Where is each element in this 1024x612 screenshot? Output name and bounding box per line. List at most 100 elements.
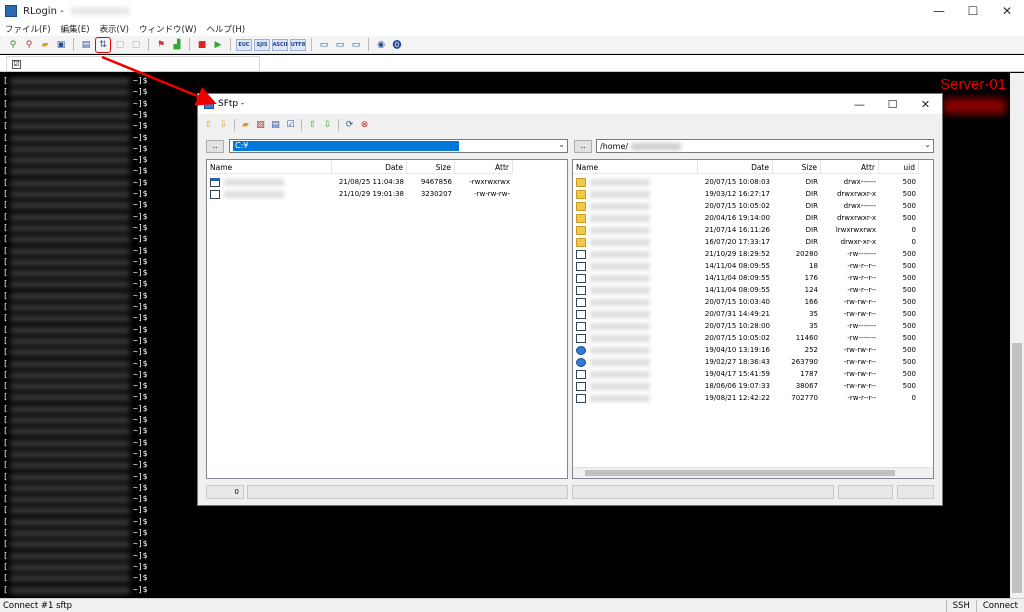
menu-window[interactable]: ウィンドウ(W) [134, 23, 202, 35]
local-file-list[interactable]: Name Date Size Attr 21/08/25 11:04:38946… [206, 159, 568, 479]
encoding-ascii-button[interactable]: ASCII [272, 39, 288, 51]
sftp-minimize-button[interactable]: — [843, 94, 876, 114]
file-row[interactable]: 18/06/06 19:07:3338067-rw-rw-r--500 [573, 380, 919, 392]
file-row[interactable]: 19/08/21 12:42:22702770-rw-r--r--0 [573, 392, 919, 404]
file-row[interactable]: 16/07/20 17:33:17DIRdrwxr-xr-x0 [573, 236, 919, 248]
file-name-cell [573, 344, 698, 356]
file-row[interactable]: 20/07/15 10:05:02DIRdrwx------500 [573, 200, 919, 212]
file-row[interactable]: 21/08/25 11:04:389467856-rwxrwxrwx [207, 176, 513, 188]
open-folder-icon[interactable]: ▰ [38, 38, 52, 52]
col-size[interactable]: Size [773, 160, 821, 174]
col-name[interactable]: Name [573, 160, 698, 174]
file-row[interactable]: 14/11/04 08:09:5518-rw-r--r--500 [573, 260, 919, 272]
file-row[interactable]: 19/02/27 18:36:43263790-rw-rw-r--500 [573, 356, 919, 368]
file-name-redacted [224, 191, 284, 198]
col-attr[interactable]: Attr [455, 160, 513, 174]
menu-file[interactable]: ファイル(F) [0, 23, 56, 35]
file-row[interactable]: 21/07/14 16:11:26DIRlrwxrwxrwx0 [573, 224, 919, 236]
terminal-redacted [10, 304, 130, 311]
local-up-button[interactable]: .. [206, 140, 224, 153]
file-row[interactable]: 20/07/31 14:49:2135-rw-rw-r--500 [573, 308, 919, 320]
terminal-redacted [10, 519, 130, 526]
remote-file-list[interactable]: Name Date Size Attr uid 20/07/15 10:08:0… [572, 159, 934, 479]
col-size[interactable]: Size [407, 160, 455, 174]
encoding-utf8-button[interactable]: UTF8 [290, 39, 306, 51]
chevron-down-icon[interactable]: ⌄ [924, 140, 931, 149]
file-row[interactable]: 20/07/15 10:08:03DIRdrwx------500 [573, 176, 919, 188]
upload-icon[interactable]: ⇧ [202, 119, 215, 132]
encoding-sjis-button[interactable]: SJIS [254, 39, 270, 51]
screen-icon[interactable]: ▭ [317, 38, 331, 52]
file-row[interactable]: 21/10/29 19:01:383230207-rw-rw-rw- [207, 188, 513, 200]
play-icon[interactable]: ▶ [211, 38, 225, 52]
stop-icon[interactable]: ■ [195, 38, 209, 52]
remote-up-button[interactable]: .. [574, 140, 592, 153]
sftp-close-button[interactable]: ✕ [909, 94, 942, 114]
file-row[interactable]: 14/11/04 08:09:55176-rw-r--r--500 [573, 272, 919, 284]
encoding-euc-button[interactable]: EUC [236, 39, 252, 51]
connect-icon[interactable]: ⚲ [6, 38, 20, 52]
file-row[interactable]: 19/04/17 15:41:591787-rw-rw-r--500 [573, 368, 919, 380]
col-date[interactable]: Date [332, 160, 407, 174]
menu-help[interactable]: ヘルプ(H) [202, 23, 251, 35]
file-date: 19/02/27 18:36:43 [698, 356, 773, 368]
flag-icon[interactable]: ⚑ [154, 38, 168, 52]
terminal-bracket: [ [3, 121, 8, 130]
screen3-icon[interactable]: ▭ [349, 38, 363, 52]
terminal-scroll-thumb[interactable] [1012, 343, 1022, 593]
options-icon[interactable]: ◉ [374, 38, 388, 52]
session-tab[interactable]: ☑ [6, 56, 260, 71]
sync-down-icon[interactable]: ⇩ [321, 119, 334, 132]
download-icon[interactable]: ⇩ [217, 119, 230, 132]
check-icon[interactable]: ☑ [284, 119, 297, 132]
local-path-select[interactable]: C:¥ ⌄ [229, 139, 568, 153]
file-row[interactable]: 19/04/10 13:19:16252-rw-rw-r--500 [573, 344, 919, 356]
menu-edit[interactable]: 編集(E) [56, 23, 95, 35]
file-row[interactable]: 20/07/15 10:03:40166-rw-rw-r--500 [573, 296, 919, 308]
file-row[interactable]: 20/04/16 19:14:00DIRdrwxrwxr-x500 [573, 212, 919, 224]
tab-checkbox[interactable]: ☑ [12, 60, 21, 69]
col-name[interactable]: Name [207, 160, 332, 174]
file-row[interactable]: 20/07/15 10:05:0211460-rw-------500 [573, 332, 919, 344]
paste-icon[interactable]: ▢ [129, 38, 143, 52]
new-connect-icon[interactable]: ⚲ [22, 38, 36, 52]
terminal-prompt: ~]$ [133, 110, 147, 119]
file-row[interactable]: 19/03/12 16:27:17DIRdrwxrwxr-x500 [573, 188, 919, 200]
document-icon[interactable]: ▤ [79, 38, 93, 52]
minimize-button[interactable]: — [922, 0, 956, 22]
file-name-cell [573, 272, 698, 284]
sftp-button[interactable]: ⇅ [95, 37, 111, 53]
remote-hscrollbar[interactable] [573, 467, 933, 478]
stop-transfer-icon[interactable]: ⊗ [358, 119, 371, 132]
terminal-redacted [10, 168, 130, 175]
file-row[interactable]: 14/11/04 08:09:55124-rw-r--r--500 [573, 284, 919, 296]
chevron-down-icon[interactable]: ⌄ [558, 140, 565, 149]
remote-hscroll-thumb[interactable] [585, 470, 895, 476]
help-icon[interactable]: ⓿ [390, 38, 404, 52]
sftp-maximize-button[interactable]: ☐ [876, 94, 909, 114]
terminal-prompt: ~]$ [133, 313, 147, 322]
new-folder-icon[interactable]: ▰ [239, 119, 252, 132]
remote-path-select[interactable]: /home/ ⌄ [596, 139, 934, 153]
sync-up-icon[interactable]: ⇧ [306, 119, 319, 132]
maximize-button[interactable]: ☐ [956, 0, 990, 22]
chart-icon[interactable]: ▟ [170, 38, 184, 52]
screen2-icon[interactable]: ▭ [333, 38, 347, 52]
save-icon[interactable]: ▣ [54, 38, 68, 52]
col-uid[interactable]: uid [879, 160, 919, 174]
delete-icon[interactable]: ▧ [254, 119, 267, 132]
file-row[interactable]: 21/10/29 18:29:5220280-rw-------500 [573, 248, 919, 260]
refresh-icon[interactable]: ⟳ [343, 119, 356, 132]
col-attr[interactable]: Attr [821, 160, 879, 174]
file-icon [210, 190, 220, 199]
terminal-scrollbar[interactable] [1010, 73, 1024, 598]
copy-icon[interactable]: ▢ [113, 38, 127, 52]
terminal-prompt: ~]$ [133, 189, 147, 198]
rename-icon[interactable]: ▤ [269, 119, 282, 132]
col-date[interactable]: Date [698, 160, 773, 174]
close-button[interactable]: ✕ [990, 0, 1024, 22]
menu-view[interactable]: 表示(V) [95, 23, 134, 35]
file-row[interactable]: 20/07/15 10:28:0035-rw-------500 [573, 320, 919, 332]
file-uid: 0 [879, 236, 919, 248]
file-attr: -rw------- [821, 248, 879, 260]
